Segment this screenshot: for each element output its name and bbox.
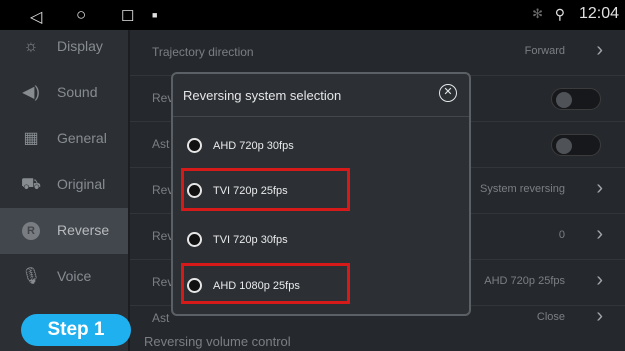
head-unit-screen: ◁ ○ ☐ ■ ✻ ⚲ 12:04 ☼ Display ◀) Sound ▦ G… bbox=[0, 0, 625, 351]
highlight-box-ahd-1080p-25fps bbox=[181, 263, 350, 304]
dialog-title: Reversing system selection bbox=[183, 88, 342, 103]
radio-button[interactable] bbox=[187, 138, 202, 153]
step-badge: Step 1 bbox=[21, 314, 131, 346]
option-tvi-720p-30fps[interactable]: TVI 720p 30fps bbox=[187, 230, 347, 252]
close-icon[interactable]: ✕ bbox=[439, 84, 457, 102]
radio-button[interactable] bbox=[187, 232, 202, 247]
dialog-divider bbox=[173, 116, 469, 117]
option-ahd-720p-30fps[interactable]: AHD 720p 30fps bbox=[187, 136, 347, 158]
option-label: TVI 720p 30fps bbox=[213, 234, 288, 246]
option-label: AHD 720p 30fps bbox=[213, 140, 294, 152]
highlight-box-tvi-720p-25fps bbox=[181, 168, 350, 211]
